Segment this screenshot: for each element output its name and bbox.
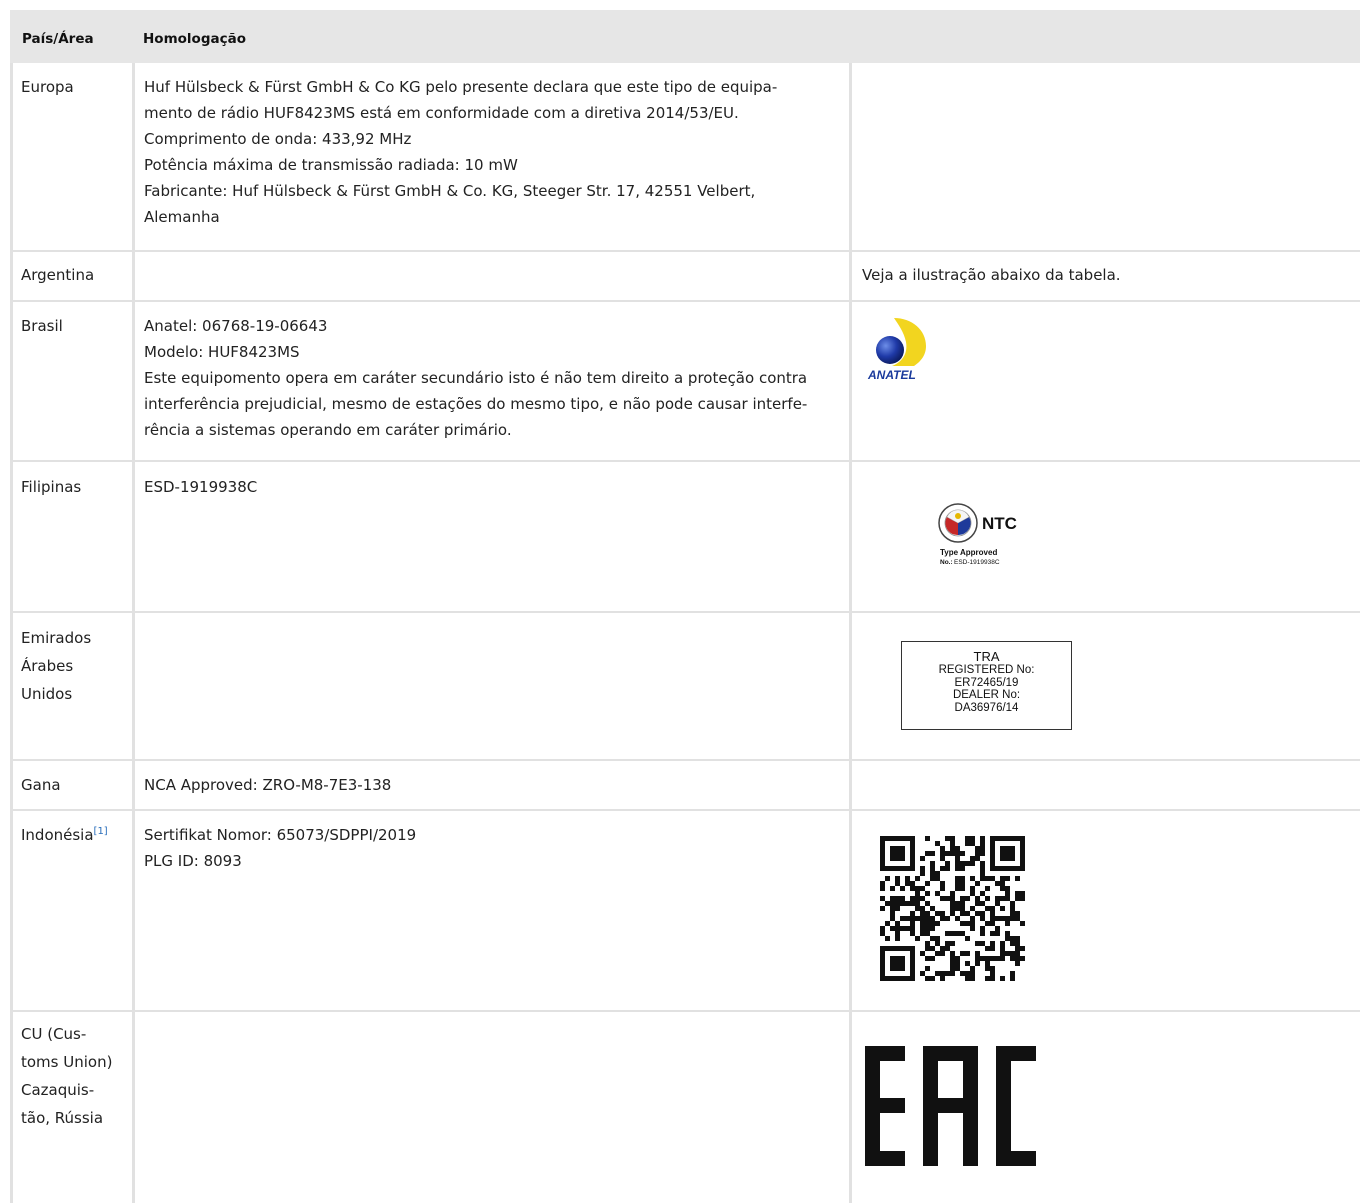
approval-indonesia: Sertifikat Nomor: 65073/SDPPI/2019 PLG I… <box>144 822 416 874</box>
tra-label-box: TRA REGISTERED No: ER72465/19 DEALER No:… <box>901 641 1072 730</box>
text-line: PLG ID: 8093 <box>144 852 242 870</box>
mark-argentina: Veja a ilustração abaixo da tabela. <box>862 266 1121 284</box>
header-country: País/Área <box>22 31 94 47</box>
tra-dealer-label: DEALER No: <box>952 689 1021 702</box>
text-line: Árabes <box>21 657 74 675</box>
footnote-link[interactable]: [1] <box>94 826 108 837</box>
row-divider <box>10 759 1360 761</box>
text-line: Este equipomento opera em caráter secund… <box>144 369 808 387</box>
anatel-logo-graphic: ANATEL <box>867 318 926 382</box>
text-line: Fabricante: Huf Hülsbeck & Fürst GmbH & … <box>144 182 756 200</box>
country-cu: CU (Cus- toms Union) Cazaquis- tão, Rúss… <box>21 1020 112 1132</box>
country-name: Indonésia <box>21 826 94 844</box>
text-line: NCA Approved: ZRO-M8-7E3-138 <box>144 776 392 794</box>
approval-gana: NCA Approved: ZRO-M8-7E3-138 <box>144 772 391 798</box>
row-divider <box>10 1010 1360 1012</box>
ntc-seal-icon: NTC Type Approved No.: ESD-1919938C <box>938 503 1017 566</box>
text-line: ESD-1919938C <box>144 478 258 496</box>
approval-brasil: Anatel: 06768-19-06643 Modelo: HUF8423MS… <box>144 313 807 443</box>
text-line: Comprimento de onda: 433,92 MHz <box>144 130 412 148</box>
country-gana: Gana <box>21 776 61 794</box>
text-line: Emirados <box>21 629 92 647</box>
text-line: rência a sistemas operando em caráter pr… <box>144 421 512 439</box>
text-line: Unidos <box>21 685 73 703</box>
row-divider <box>10 250 1360 252</box>
tra-title: TRA <box>973 649 1000 664</box>
text-line: interferência prejudicial, mesmo de esta… <box>144 395 808 413</box>
tra-registered-label: REGISTERED No: <box>938 664 1035 676</box>
text-line: Sertifikat Nomor: 65073/SDPPI/2019 <box>144 826 417 844</box>
eac-logo-icon <box>865 1046 1036 1166</box>
eac-mark <box>865 1046 1040 1170</box>
left-border <box>10 63 13 1203</box>
anatel-logo: ANATEL <box>864 316 934 386</box>
text-line: mento de rádio HUF8423MS está em conform… <box>144 104 739 122</box>
qr-code <box>880 836 1026 986</box>
approval-filipinas: ESD-1919938C <box>144 474 257 500</box>
ntc-type-approved: Type Approved <box>940 548 997 557</box>
ntc-no-value: ESD-1919938C <box>954 559 1000 566</box>
qr-code-graphic <box>880 836 1025 981</box>
row-divider <box>10 300 1360 302</box>
text-line: Modelo: HUF8423MS <box>144 343 300 361</box>
text-line: CU (Cus- <box>21 1025 87 1043</box>
country-uae: Emirados Árabes Unidos <box>21 624 91 708</box>
text-line: Potência máxima de transmissão radiada: … <box>144 156 518 174</box>
country-indonesia: Indonésia[1] <box>21 822 108 848</box>
ntc-label: NTC <box>982 514 1017 533</box>
anatel-logo-text: ANATEL <box>867 368 916 382</box>
text-line: tão, Rússia <box>21 1109 104 1127</box>
text-line: Huf Hülsbeck & Fürst GmbH & Co KG pelo p… <box>144 78 778 96</box>
row-divider <box>10 809 1360 811</box>
country-europa: Europa <box>21 78 74 96</box>
text-line: Anatel: 06768-19-06643 <box>144 317 328 335</box>
country-filipinas: Filipinas <box>21 478 82 496</box>
column-divider-1 <box>132 63 135 1203</box>
country-argentina: Argentina <box>21 266 95 284</box>
text-line: Alemanha <box>144 208 220 226</box>
approval-europa: Huf Hülsbeck & Fürst GmbH & Co KG pelo p… <box>144 74 777 230</box>
column-divider-2 <box>849 63 852 1203</box>
country-brasil: Brasil <box>21 317 63 335</box>
ntc-no-label: No.: <box>940 559 953 566</box>
tra-registered-number: ER72465/19 <box>954 676 1019 689</box>
table-header: País/Área Homologação <box>10 10 1360 63</box>
text-line: Cazaquis- <box>21 1081 95 1099</box>
header-approval: Homologação <box>143 31 246 47</box>
tra-dealer-number: DA36976/14 <box>954 701 1019 714</box>
row-divider <box>10 460 1360 462</box>
text-line: toms Union) <box>21 1053 113 1071</box>
ntc-mark: NTC Type Approved No.: ESD-1919938C <box>938 502 1048 576</box>
row-divider <box>10 611 1360 613</box>
